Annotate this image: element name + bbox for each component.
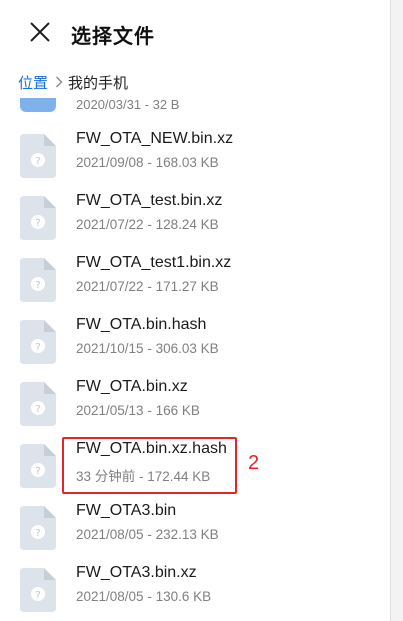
file-picker-page: 选择文件 位置 我的手机 2020/03/31 - 32 B ? FW_OTA_…	[0, 0, 403, 621]
list-item[interactable]: ? FW_OTA3.bin 2021/08/05 - 232.13 KB	[0, 498, 390, 560]
svg-text:?: ?	[35, 404, 40, 415]
file-meta: 2021/09/08 - 168.03 KB	[76, 155, 219, 170]
file-name: FW_OTA.bin.hash	[76, 316, 207, 333]
file-list[interactable]: 2020/03/31 - 32 B ? FW_OTA_NEW.bin.xz 20…	[0, 98, 390, 621]
unknown-file-icon: ?	[20, 320, 56, 364]
svg-text:?: ?	[35, 342, 40, 353]
file-name: FW_OTA_test.bin.xz	[76, 192, 223, 209]
page-title: 选择文件	[71, 26, 155, 48]
svg-text:?: ?	[35, 466, 40, 477]
breadcrumb-root[interactable]: 位置	[18, 72, 48, 93]
file-meta: 33 分钟前 - 172.44 KB	[76, 469, 211, 484]
file-name: FW_OTA3.bin	[76, 502, 177, 519]
chevron-right-icon	[55, 76, 63, 88]
file-meta: 2021/07/22 - 128.24 KB	[76, 217, 219, 232]
breadcrumb: 位置 我的手机	[18, 70, 128, 94]
unknown-file-icon: ?	[20, 258, 56, 302]
file-meta: 2020/03/31 - 32 B	[76, 98, 180, 112]
list-item[interactable]: ? FW_OTA.bin.xz 2021/05/13 - 166 KB	[0, 374, 390, 436]
list-item[interactable]: ? FW_OTA_NEW.bin.xz 2021/09/08 - 168.03 …	[0, 126, 390, 188]
list-item[interactable]: ? FW_OTA.bin.hash 2021/10/15 - 306.03 KB	[0, 312, 390, 374]
file-name: FW_OTA3.bin.xz	[76, 564, 197, 581]
unknown-file-icon: ?	[20, 568, 56, 612]
file-meta: 2021/05/13 - 166 KB	[76, 403, 200, 418]
file-meta: 2021/08/05 - 232.13 KB	[76, 527, 219, 542]
list-item[interactable]: 2020/03/31 - 32 B	[0, 98, 390, 114]
background-page-edge	[390, 0, 403, 621]
close-icon	[30, 22, 50, 42]
header: 选择文件	[0, 0, 390, 64]
svg-text:?: ?	[35, 280, 40, 291]
list-item[interactable]: ? FW_OTA3.bin.xz 2021/08/05 - 130.6 KB	[0, 560, 390, 621]
close-button[interactable]	[26, 18, 54, 46]
folder-icon	[20, 98, 56, 112]
file-meta: 2021/10/15 - 306.03 KB	[76, 341, 219, 356]
unknown-file-icon: ?	[20, 506, 56, 550]
list-item[interactable]: ? FW_OTA_test.bin.xz 2021/07/22 - 128.24…	[0, 188, 390, 250]
annotation-number: 2	[248, 452, 260, 474]
unknown-file-icon: ?	[20, 444, 56, 488]
list-item[interactable]: ? FW_OTA_test1.bin.xz 2021/07/22 - 171.2…	[0, 250, 390, 312]
list-item[interactable]: ? FW_OTA.bin.xz.hash 33 分钟前 - 172.44 KB	[0, 436, 390, 498]
svg-text:?: ?	[35, 156, 40, 167]
file-meta: 2021/07/22 - 171.27 KB	[76, 279, 219, 294]
file-name: FW_OTA_test1.bin.xz	[76, 254, 232, 271]
unknown-file-icon: ?	[20, 382, 56, 426]
file-name: FW_OTA_NEW.bin.xz	[76, 130, 234, 147]
file-meta: 2021/08/05 - 130.6 KB	[76, 589, 212, 604]
svg-text:?: ?	[35, 218, 40, 229]
file-name: FW_OTA.bin.xz.hash	[76, 440, 227, 457]
file-name: FW_OTA.bin.xz	[76, 378, 188, 395]
breadcrumb-current: 我的手机	[68, 74, 129, 92]
svg-text:?: ?	[35, 590, 40, 601]
unknown-file-icon: ?	[20, 134, 56, 178]
svg-text:?: ?	[35, 528, 40, 539]
unknown-file-icon: ?	[20, 196, 56, 240]
